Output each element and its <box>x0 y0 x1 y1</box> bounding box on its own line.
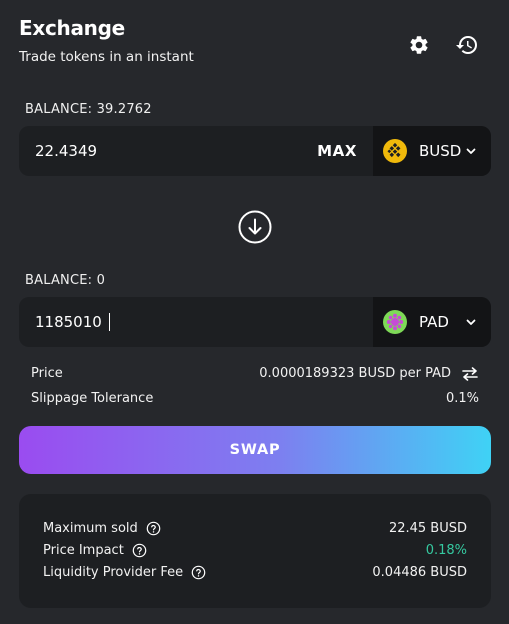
max-sold-value: 22.45 BUSD <box>388 521 467 536</box>
pad-logo-icon <box>383 310 407 334</box>
price-value: 0.0000189323 BUSD per PAD <box>259 366 451 381</box>
slippage-row: Slippage Tolerance 0.1% <box>31 391 479 406</box>
to-token-select[interactable]: PAD <box>373 297 491 347</box>
history-button[interactable] <box>454 32 480 58</box>
from-token-select[interactable]: BUSD <box>373 126 491 176</box>
lp-fee-value: 0.04486 BUSD <box>372 565 467 580</box>
max-sold-row: Maximum sold 22.45 BUSD <box>43 521 467 536</box>
question-circle-icon[interactable] <box>132 543 147 558</box>
page-subtitle: Trade tokens in an instant <box>19 49 194 65</box>
to-token-box: PAD <box>19 297 491 347</box>
price-row: Price 0.0000189323 BUSD per PAD <box>31 366 479 381</box>
history-icon <box>456 36 477 55</box>
from-amount-input[interactable] <box>19 126 310 176</box>
header: Exchange Trade tokens in an instant <box>19 16 194 65</box>
gear-icon <box>410 36 428 54</box>
max-button[interactable]: MAX <box>309 126 373 176</box>
from-token-symbol: BUSD <box>419 142 462 160</box>
lp-fee-label: Liquidity Provider Fee <box>43 565 184 580</box>
switch-direction-button[interactable] <box>238 210 272 244</box>
to-balance-label: BALANCE: 0 <box>25 273 106 288</box>
slippage-value: 0.1% <box>445 391 479 406</box>
question-circle-icon[interactable] <box>146 521 161 536</box>
settings-button[interactable] <box>406 32 432 58</box>
from-token-box: MAX BUSD <box>19 126 491 176</box>
swap-button[interactable]: SWAP <box>19 426 491 474</box>
max-sold-label: Maximum sold <box>43 521 138 536</box>
page-title: Exchange <box>19 16 125 40</box>
to-token-symbol: PAD <box>419 313 449 331</box>
busd-logo-icon <box>383 139 407 163</box>
price-impact-value: 0.18% <box>425 543 467 558</box>
invert-price-button[interactable] <box>461 366 479 381</box>
price-impact-label: Price Impact <box>43 543 124 558</box>
price-label: Price <box>31 366 63 381</box>
lp-fee-row: Liquidity Provider Fee 0.04486 BUSD <box>43 565 467 580</box>
slippage-label: Slippage Tolerance <box>31 391 154 406</box>
lp-fee-label-group: Liquidity Provider Fee <box>43 565 206 580</box>
text-cursor <box>109 313 110 331</box>
chevron-down-icon <box>465 145 477 157</box>
price-impact-row: Price Impact 0.18% <box>43 543 467 558</box>
question-circle-icon[interactable] <box>191 565 206 580</box>
price-impact-label-group: Price Impact <box>43 543 147 558</box>
trade-details-card: Maximum sold 22.45 BUSD Price Impact 0.1… <box>19 494 491 608</box>
chevron-down-icon <box>465 316 477 328</box>
arrow-down-circle-icon <box>238 210 272 244</box>
from-balance-label: BALANCE: 39.2762 <box>25 102 152 117</box>
price-value-group: 0.0000189323 BUSD per PAD <box>259 366 479 381</box>
swap-arrows-icon <box>462 366 478 381</box>
max-sold-label-group: Maximum sold <box>43 521 161 536</box>
to-amount-input[interactable] <box>19 297 373 347</box>
